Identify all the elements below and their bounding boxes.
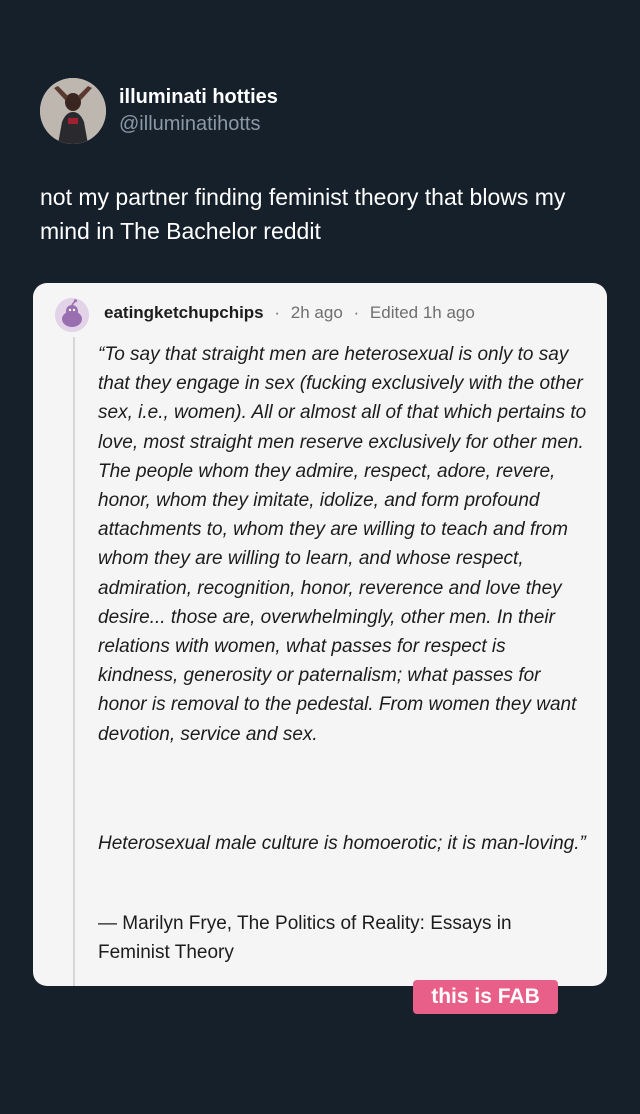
meta-separator: ·	[274, 303, 281, 322]
comment-username[interactable]: eatingketchupchips	[104, 303, 264, 322]
tweet-text: not my partner finding feminist theory t…	[40, 184, 566, 244]
user-handle[interactable]: @illuminatihotts	[119, 112, 260, 136]
quote-paragraph: “To say that straight men are heterosexu…	[98, 344, 587, 745]
comment-timestamp: 2h ago	[290, 303, 343, 322]
meta-separator: ·	[353, 303, 360, 322]
text-sticker: this is FAB	[413, 980, 558, 1014]
comment-edited: Edited 1h ago	[369, 303, 475, 322]
comment-meta: eatingketchupchips · 2h ago · Edited 1h …	[104, 302, 475, 324]
quote-attribution: — Marilyn Frye, The Politics of Reality:…	[98, 913, 512, 963]
reddit-comment-card: eatingketchupchips · 2h ago · Edited 1h …	[33, 283, 607, 986]
quote-paragraph: Heterosexual male culture is homoerotic;…	[98, 833, 586, 854]
display-name[interactable]: illuminati hotties	[119, 85, 278, 109]
thread-line	[73, 337, 75, 986]
profile-avatar[interactable]	[40, 78, 106, 144]
reddit-avatar-icon[interactable]	[55, 298, 89, 332]
